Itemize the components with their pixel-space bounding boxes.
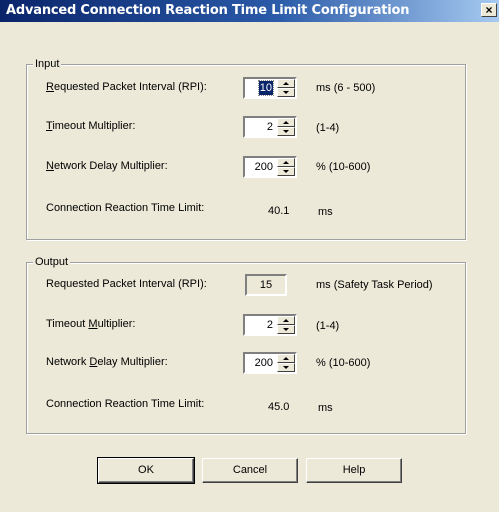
output-timeout-label: Timeout Multiplier:: [46, 318, 136, 330]
output-group-legend: Output: [33, 255, 71, 269]
input-timeout-spinner[interactable]: 2: [243, 116, 297, 138]
close-icon[interactable]: ×: [481, 3, 497, 17]
output-network-spinner[interactable]: 200: [243, 352, 297, 374]
output-crtl-value: 45.0: [268, 401, 290, 413]
input-rpi-label: Requested Packet Interval (RPI):: [46, 81, 207, 93]
arrow-down-icon: [283, 91, 289, 94]
arrow-up-icon: [283, 82, 289, 85]
spin-up-button[interactable]: [277, 354, 295, 363]
output-rpi-field: 15: [245, 274, 287, 296]
output-rpi-label: Requested Packet Interval (RPI):: [46, 278, 207, 290]
input-crtl-label: Connection Reaction Time Limit:: [46, 202, 205, 214]
arrow-down-icon: [283, 170, 289, 173]
arrow-down-icon: [283, 130, 289, 133]
spin-down-button[interactable]: [277, 167, 295, 176]
input-crtl-value: 40.1: [268, 205, 290, 217]
spin-up-button[interactable]: [277, 79, 295, 88]
input-timeout-label: Timeout Multiplier:: [46, 120, 136, 132]
input-timeout-value[interactable]: 2: [267, 120, 273, 134]
input-network-value[interactable]: 200: [255, 160, 273, 174]
arrow-up-icon: [283, 161, 289, 164]
input-network-label: Network Delay Multiplier:: [46, 160, 168, 172]
input-crtl-unit: ms: [318, 206, 333, 218]
arrow-down-icon: [283, 328, 289, 331]
output-timeout-unit: (1-4): [316, 320, 340, 332]
output-crtl-label: Connection Reaction Time Limit:: [46, 398, 205, 410]
spin-up-button[interactable]: [277, 316, 295, 325]
output-timeout-spinner[interactable]: 2: [243, 314, 297, 336]
spin-down-button[interactable]: [277, 363, 295, 372]
spin-up-button[interactable]: [277, 118, 295, 127]
cancel-button[interactable]: Cancel: [202, 458, 298, 483]
output-crtl-unit: ms: [318, 402, 333, 414]
input-rpi-value[interactable]: 10: [257, 80, 275, 96]
spin-down-button[interactable]: [277, 88, 295, 97]
input-network-spinner[interactable]: 200: [243, 156, 297, 178]
output-network-unit: % (10-600): [316, 357, 371, 369]
arrow-up-icon: [283, 357, 289, 360]
input-network-unit: % (10-600): [316, 161, 371, 173]
help-button[interactable]: Help: [306, 458, 402, 483]
window-title: Advanced Connection Reaction Time Limit …: [6, 3, 410, 18]
spin-up-button[interactable]: [277, 158, 295, 167]
input-timeout-unit: (1-4): [316, 122, 340, 134]
output-rpi-unit: ms (Safety Task Period): [316, 279, 433, 291]
input-group-legend: Input: [33, 57, 62, 71]
input-rpi-spinner[interactable]: 10: [243, 77, 297, 99]
arrow-down-icon: [283, 366, 289, 369]
title-bar: Advanced Connection Reaction Time Limit …: [0, 0, 499, 22]
arrow-up-icon: [283, 319, 289, 322]
spin-down-button[interactable]: [277, 127, 295, 136]
output-network-value[interactable]: 200: [255, 356, 273, 370]
output-rpi-value: 15: [259, 279, 273, 291]
output-network-label: Network Delay Multiplier:: [46, 356, 168, 368]
spin-down-button[interactable]: [277, 325, 295, 334]
arrow-up-icon: [283, 121, 289, 124]
output-timeout-value[interactable]: 2: [267, 318, 273, 332]
ok-button[interactable]: OK: [97, 457, 195, 484]
input-rpi-unit: ms (6 - 500): [316, 82, 376, 94]
